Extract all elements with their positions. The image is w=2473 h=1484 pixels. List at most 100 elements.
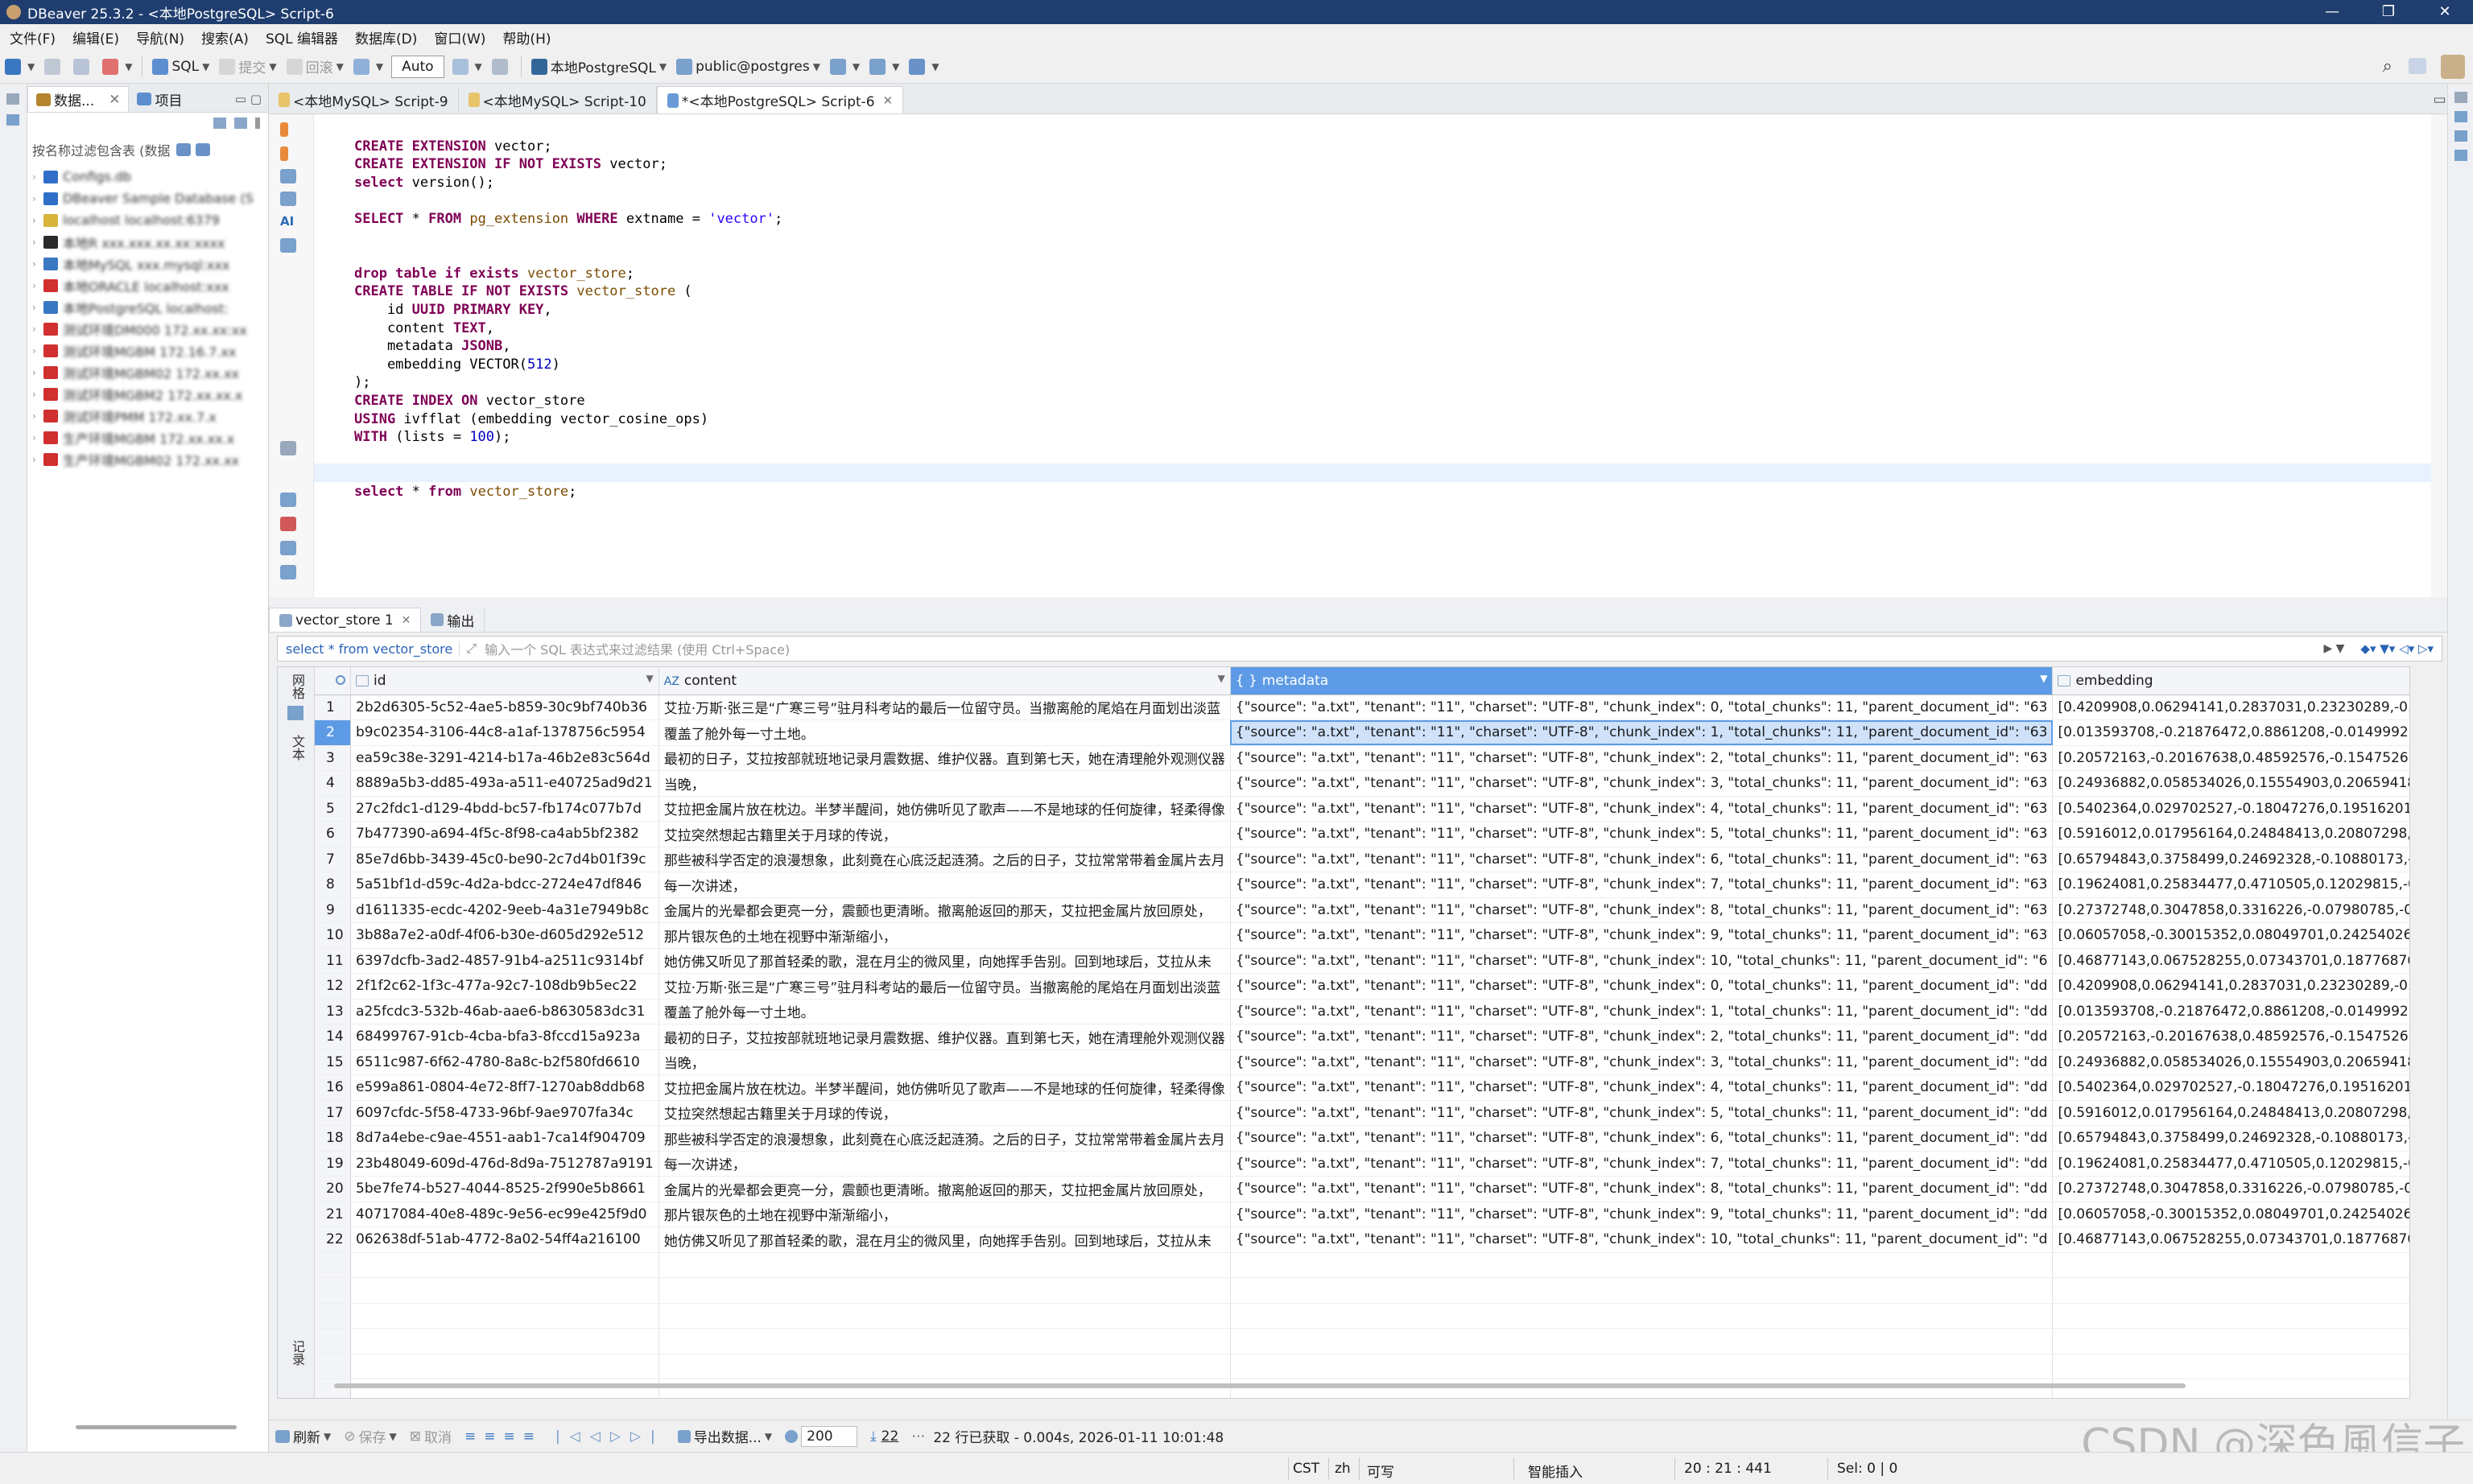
embedding-cell[interactable]: [0.20572163,-0.20167638,0.48592576,-0.15…: [2052, 1024, 2409, 1050]
transaction-mode-button[interactable]: ▼: [349, 54, 388, 80]
content-cell[interactable]: 艾拉·万斯·张三是“广寒三号”驻月科考站的最后一位留守员。当撤离舱的尾焰在月面划…: [659, 973, 1231, 1000]
maximize-button[interactable]: ❐: [2360, 0, 2417, 24]
id-cell[interactable]: 23b48049-609d-476d-8d9a-7512787a9191: [350, 1151, 659, 1177]
content-cell[interactable]: 当晚，: [659, 1049, 1231, 1075]
collapse-all-icon[interactable]: [213, 117, 226, 129]
close-icon[interactable]: ✕: [109, 92, 120, 108]
table-row[interactable]: 3 ea59c38e-3291-4214-b17a-46b2e83c564d 最初的…: [315, 745, 2409, 771]
row-number-cell[interactable]: 10: [315, 922, 351, 949]
embedding-cell[interactable]: [0.5916012,0.017956164,0.24848413,0.2080…: [2052, 1100, 2409, 1126]
id-cell[interactable]: 5be7fe74-b527-4044-8525-2f990e5b8661: [350, 1176, 659, 1202]
embedding-cell[interactable]: [0.5402364,0.029702527,-0.18047276,0.195…: [2052, 1074, 2409, 1101]
metadata-cell[interactable]: {"source": "a.txt", "tenant": "11", "cha…: [1230, 1049, 2054, 1075]
row-number-cell[interactable]: 3: [315, 745, 351, 771]
edit-row-buttons[interactable]: ≡≡≡≡: [458, 1428, 549, 1445]
tree-item[interactable]: › Configs.db: [27, 166, 268, 188]
transaction-mode-combo[interactable]: Auto: [391, 55, 444, 78]
embedding-cell[interactable]: [0.4209908,0.06294141,0.2837031,0.232302…: [2052, 695, 2409, 720]
tab-script-6[interactable]: *<本地PostgreSQL> Script-6 ✕: [656, 86, 904, 113]
expand-arrow-icon[interactable]: ›: [32, 410, 43, 422]
menu-database[interactable]: 数据库(D): [345, 27, 424, 47]
expand-arrow-icon[interactable]: ›: [32, 258, 43, 270]
menu-edit[interactable]: 编辑(E): [63, 27, 126, 47]
history-button[interactable]: ▼: [448, 54, 487, 80]
commit-button[interactable]: 提交 ▼: [214, 54, 281, 80]
row-count-control[interactable]: ⤓ 22: [864, 1428, 905, 1445]
expand-arrow-icon[interactable]: ›: [32, 432, 43, 443]
content-cell[interactable]: 那片银灰色的土地在视野中渐渐缩小，: [659, 1202, 1231, 1227]
minimize-panel-icon[interactable]: ▭ ▢: [229, 86, 268, 112]
id-cell[interactable]: d1611335-ecdc-4202-9eeb-4a31e7949b8c: [350, 897, 659, 923]
metadata-cell[interactable]: {"source": "a.txt", "tenant": "11", "cha…: [1230, 719, 2054, 746]
disconnect-button[interactable]: [39, 54, 68, 80]
expand-arrow-icon[interactable]: ›: [32, 193, 43, 204]
menu-sql-editor[interactable]: SQL 编辑器: [256, 27, 345, 47]
metadata-cell[interactable]: {"source": "a.txt", "tenant": "11", "cha…: [1230, 1125, 2054, 1152]
table-row[interactable]: 19 23b48049-609d-476d-8d9a-7512787a9191 每一…: [315, 1151, 2409, 1177]
menu-window[interactable]: 窗口(W): [424, 27, 493, 47]
column-header-id[interactable]: id ▼: [350, 667, 659, 695]
dbeaver-perspective-icon[interactable]: [2441, 55, 2465, 79]
embedding-cell[interactable]: [0.65794843,0.3758499,0.24692328,-0.1088…: [2052, 1125, 2409, 1152]
row-number-cell[interactable]: 9: [315, 897, 351, 923]
reconnect-button[interactable]: [68, 54, 97, 80]
content-cell[interactable]: 当晚，: [659, 770, 1231, 797]
menu-help[interactable]: 帮助(H): [493, 27, 558, 47]
table-row[interactable]: 22 062638df-51ab-4772-8a02-54ff4a216100 她仿…: [315, 1226, 2409, 1253]
row-number-cell[interactable]: 12: [315, 973, 351, 1000]
lock-button[interactable]: [487, 54, 516, 80]
column-header-embedding[interactable]: embedding: [2052, 667, 2409, 695]
sort-icon[interactable]: ▼: [2040, 673, 2047, 684]
metadata-cell[interactable]: {"source": "a.txt", "tenant": "11", "cha…: [1230, 847, 2054, 872]
column-header-content[interactable]: AZ content ▼: [659, 667, 1231, 695]
output-icon[interactable]: [280, 238, 296, 253]
content-cell[interactable]: 她仿佛又听见了那首轻柔的歌，混在月尘的微风里，向她挥手告别。回到地球后，艾拉从未: [659, 1226, 1231, 1253]
settings-gear-icon[interactable]: [785, 1429, 799, 1443]
minimize-button[interactable]: —: [2304, 0, 2360, 24]
view-menu-icon[interactable]: [255, 117, 260, 129]
table-row[interactable]: 2 b9c02354-3106-44c8-a1af-1378756c5954 覆盖了…: [315, 719, 2409, 746]
search-toolbar-button[interactable]: ▼: [904, 54, 943, 80]
tree-item[interactable]: › 测试环境PMM 172.xx.7.x: [27, 405, 268, 427]
table-row[interactable]: 10 3b88a7e2-a0df-4f06-b30e-d605d292e512 那片…: [315, 922, 2409, 949]
filter-icon[interactable]: [196, 143, 211, 156]
close-icon[interactable]: ✕: [402, 614, 411, 627]
import-script-icon[interactable]: [280, 493, 296, 507]
id-cell[interactable]: 7b477390-a694-4f5c-8f98-ca4ab5bf2382: [350, 821, 659, 847]
id-cell[interactable]: 2f1f2c62-1f3c-477a-92c7-108db9b5ec22: [350, 973, 659, 1000]
row-number-cell[interactable]: 4: [315, 770, 351, 797]
embedding-cell[interactable]: [0.20572163,-0.20167638,0.48592576,-0.15…: [2052, 745, 2409, 771]
metadata-cell[interactable]: {"source": "a.txt", "tenant": "11", "cha…: [1230, 1202, 2054, 1227]
column-header-metadata[interactable]: { } metadata ▼: [1230, 667, 2054, 695]
close-button[interactable]: ✕: [2417, 0, 2473, 24]
table-row[interactable]: 18 8d7a4ebe-c9ae-4551-aab1-7ca14f904709 那些…: [315, 1125, 2409, 1152]
tab-database-navigator[interactable]: 数据... ✕: [27, 86, 130, 112]
expand-arrow-icon[interactable]: ›: [32, 171, 43, 183]
content-cell[interactable]: 艾拉把金属片放在枕边。半梦半醒间，她仿佛听见了歌声——不是地球的任何旋律，轻柔得…: [659, 1074, 1231, 1101]
row-number-header[interactable]: [315, 667, 351, 695]
sql-editor[interactable]: AI CREATE EXTENSION vector; CREATE EXTEN…: [269, 114, 2447, 597]
table-row[interactable]: 11 6397dcfb-3ad2-4857-91b4-a2511c9314bf 她仿…: [315, 948, 2409, 974]
id-cell[interactable]: e599a861-0804-4e72-8ff7-1270ab8ddb68: [350, 1074, 659, 1101]
content-cell[interactable]: 艾拉把金属片放在枕边。半梦半醒间，她仿佛听见了歌声——不是地球的任何旋律，轻柔得…: [659, 796, 1231, 822]
table-row[interactable]: 12 2f1f2c62-1f3c-477a-92c7-108db9b5ec22 艾拉…: [315, 973, 2409, 1000]
embedding-cell[interactable]: [0.46877143,0.067528255,0.07343701,0.187…: [2052, 1226, 2409, 1253]
expand-arrow-icon[interactable]: ›: [32, 367, 43, 378]
embedding-cell[interactable]: [0.06057058,-0.30015352,0.08049701,0.242…: [2052, 1202, 2409, 1227]
content-cell[interactable]: 她仿佛又听见了那首轻柔的歌，混在月尘的微风里，向她挥手告别。回到地球后，艾拉从未: [659, 948, 1231, 974]
tree-item[interactable]: › 本地ORACLE localhost:xxx: [27, 274, 268, 296]
content-cell[interactable]: 覆盖了舱外每一寸土地。: [659, 719, 1231, 746]
id-cell[interactable]: 5a51bf1d-d59c-4d2a-bdcc-2724e47df846: [350, 872, 659, 898]
embedding-cell[interactable]: [0.27372748,0.3047858,0.3316226,-0.07980…: [2052, 1176, 2409, 1202]
id-cell[interactable]: a25fcdc3-532b-46ab-aae6-b8630583dc31: [350, 999, 659, 1024]
close-tab-icon[interactable]: ✕: [883, 93, 894, 108]
metadata-cell[interactable]: {"source": "a.txt", "tenant": "11", "cha…: [1230, 1100, 2054, 1126]
id-cell[interactable]: 6397dcfb-3ad2-4857-91b4-a2511c9314bf: [350, 948, 659, 974]
id-cell[interactable]: 8d7a4ebe-c9ae-4551-aab1-7ca14f904709: [350, 1125, 659, 1152]
content-cell[interactable]: 最初的日子，艾拉按部就班地记录月震数据、维护仪器。直到第七天，她在清理舱外观测仪…: [659, 1024, 1231, 1050]
table-row[interactable]: 21 40717084-40e8-489c-9e56-ec99e425f9d0 那片…: [315, 1202, 2409, 1227]
cancel-connection-button[interactable]: ▼: [97, 54, 137, 80]
content-cell[interactable]: 那些被科学否定的浪漫想象，此刻竟在心底泛起涟漪。之后的日子，艾拉常常带着金属片去…: [659, 1125, 1231, 1152]
row-number-cell[interactable]: 17: [315, 1100, 351, 1126]
row-number-cell[interactable]: 15: [315, 1049, 351, 1075]
